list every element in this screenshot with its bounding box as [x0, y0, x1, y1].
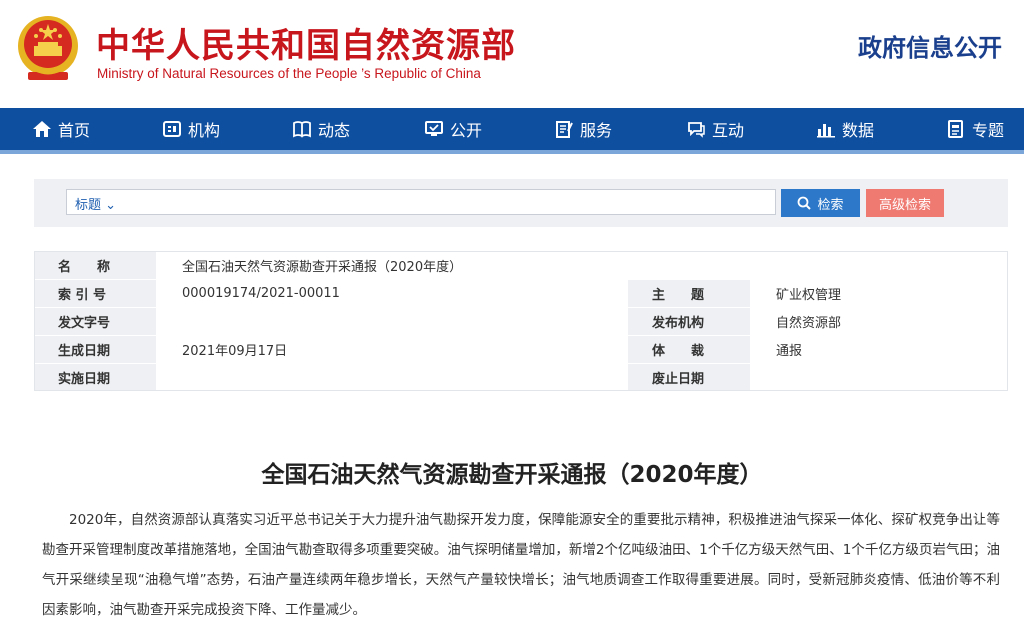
issuer-value: 自然资源部: [750, 307, 1009, 336]
issuer-label: 发布机构: [628, 307, 750, 336]
nav-item-label: 专题: [972, 121, 1005, 140]
nav-item-topic[interactable]: 专题: [946, 108, 1004, 150]
nav-item-label: 公开: [450, 121, 483, 140]
book-icon: [293, 121, 311, 138]
site-name-en: Ministry of Natural Resources of the Peo…: [97, 66, 481, 81]
document-metadata-table: 名 称 全国石油天然气资源勘查开采通报（2020年度） 索 引 号 000019…: [34, 251, 1009, 392]
index-value: 000019174/2021-00011: [156, 279, 628, 308]
site-name-cn: 中华人民共和国自然资源部: [96, 26, 516, 66]
index-label: 索 引 号: [34, 279, 156, 308]
nav-item-label: 服务: [580, 121, 613, 140]
nav-item-org[interactable]: 机构: [162, 108, 220, 150]
table-row: 名 称 全国石油天然气资源勘查开采通报（2020年度）: [34, 251, 1009, 280]
table-row: 发文字号 发布机构 自然资源部: [34, 307, 1009, 336]
nav-item-label: 动态: [318, 121, 351, 140]
nav-item-data[interactable]: 数据: [816, 108, 874, 150]
search-button-label: 检索: [817, 197, 844, 213]
subject-value: 矿业权管理: [750, 279, 1009, 308]
home-icon: [33, 121, 51, 137]
chat-icon: [688, 122, 705, 138]
search-input[interactable]: 标题 ⌄: [66, 189, 776, 215]
nav-item-public[interactable]: 公开: [424, 108, 482, 150]
edit-icon: [556, 121, 573, 138]
nav-item-interact[interactable]: 互动: [686, 108, 744, 150]
search-icon: [798, 196, 812, 210]
site-header: 中华人民共和国自然资源部 Ministry of Natural Resourc…: [0, 0, 1024, 108]
repeal-date-label: 废止日期: [628, 363, 750, 392]
name-label: 名 称: [34, 251, 156, 280]
advanced-search-button[interactable]: 高级检索: [866, 189, 944, 217]
nav-item-label: 互动: [712, 121, 745, 140]
org-icon: [163, 121, 181, 137]
search-bar: 标题 ⌄ 检索 高级检索: [34, 179, 1008, 227]
subject-label: 主 题: [628, 279, 750, 308]
genre-label: 体 裁: [628, 335, 750, 364]
effective-date-value: [156, 363, 628, 392]
gov-info-link[interactable]: 政府信息公开: [858, 28, 1002, 63]
monitor-icon: [425, 121, 443, 136]
nav-item-news[interactable]: 动态: [292, 108, 350, 150]
genre-value: 通报: [750, 335, 1009, 364]
bar-chart-icon: [817, 124, 835, 138]
national-emblem-icon: [18, 16, 78, 80]
article-title: 全国石油天然气资源勘查开采通报（2020年度）: [261, 462, 763, 488]
name-value: 全国石油天然气资源勘查开采通报（2020年度）: [156, 251, 1009, 280]
date-label: 生成日期: [34, 335, 156, 364]
nav-item-label: 首页: [58, 121, 91, 140]
date-value: 2021年09月17日: [156, 335, 628, 364]
document-icon: [948, 120, 963, 138]
table-row: 索 引 号 000019174/2021-00011 主 题 矿业权管理: [34, 279, 1009, 308]
effective-date-label: 实施日期: [34, 363, 156, 392]
nav-item-label: 数据: [842, 121, 875, 140]
search-button[interactable]: 检索: [781, 189, 860, 217]
doc-no-label: 发文字号: [34, 307, 156, 336]
table-row: 实施日期 废止日期: [34, 363, 1009, 392]
search-type-dropdown[interactable]: 标题 ⌄: [75, 194, 116, 213]
main-nav: 首页 机构 动态 公开 服务 互动 数据 专题: [0, 108, 1024, 154]
repeal-date-value: [750, 363, 1009, 392]
nav-item-service[interactable]: 服务: [554, 108, 612, 150]
table-row: 生成日期 2021年09月17日 体 裁 通报: [34, 335, 1009, 364]
nav-item-home[interactable]: 首页: [32, 108, 90, 150]
nav-item-label: 机构: [188, 121, 221, 140]
doc-no-value: [156, 307, 628, 336]
article-paragraph: 2020年，自然资源部认真落实习近平总书记关于大力提升油气勘探开发力度，保障能源…: [42, 512, 1000, 618]
